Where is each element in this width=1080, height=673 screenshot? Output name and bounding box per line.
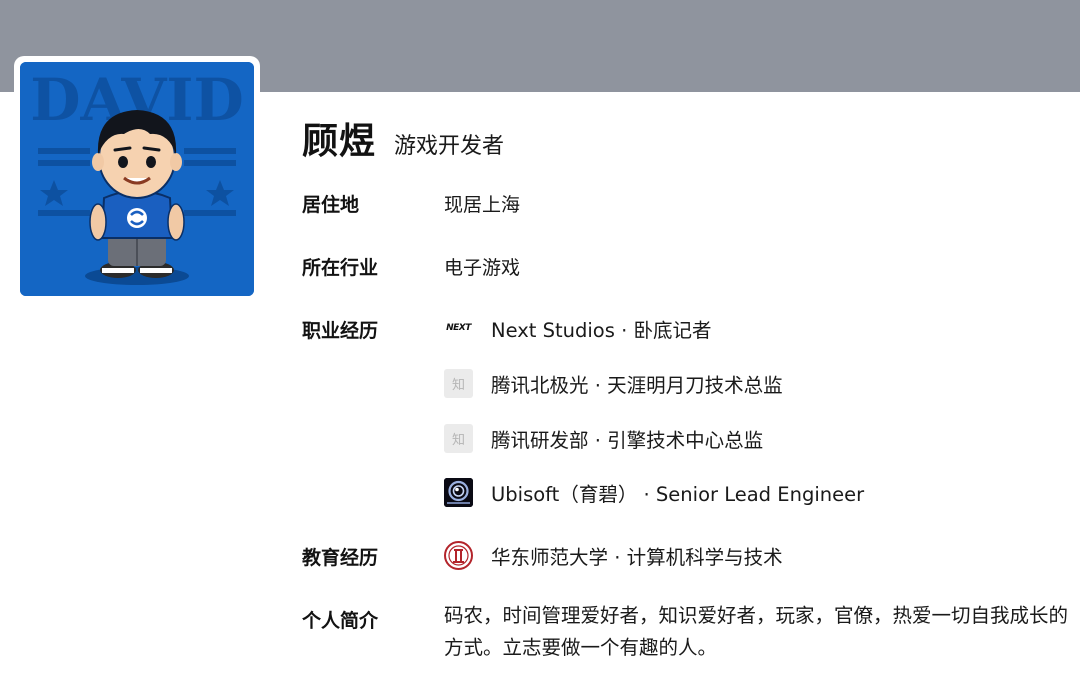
industry-value: 电子游戏 xyxy=(444,257,521,279)
next-studios-logo-icon: NEXT xyxy=(444,314,473,343)
zhihu-placeholder-logo-icon: 知 xyxy=(444,423,473,453)
career-item-tencent-rd[interactable]: 知 腾讯研发部 · 引擎技术中心总监 xyxy=(444,423,763,453)
zhihu-placeholder-logo-icon: 知 xyxy=(444,368,473,398)
bio-label: 个人简介 xyxy=(302,610,379,632)
career-item-text: 腾讯北极光 · 天涯明月刀技术总监 xyxy=(491,373,783,397)
avatar-frame[interactable]: DAVID xyxy=(14,56,260,302)
education-item-text: 华东师范大学 · 计算机科学与技术 xyxy=(491,545,783,569)
bio-text: 码农，时间管理爱好者，知识爱好者，玩家，官僚，热爱一切自我成长的方式。立志要做一… xyxy=(444,604,1069,659)
education-item-ecnu[interactable]: 华东师范大学 · 计算机科学与技术 xyxy=(444,540,783,570)
ubisoft-logo-icon xyxy=(444,477,473,507)
zhihu-placeholder-logo-text: 知 xyxy=(451,377,465,393)
education-label: 教育经历 xyxy=(302,547,379,569)
ecnu-logo-icon xyxy=(444,540,473,570)
avatar: DAVID xyxy=(20,62,254,296)
career-item-text: Next Studios · 卧底记者 xyxy=(491,318,712,342)
career-label: 职业经历 xyxy=(302,320,379,342)
next-studios-logo-text: NEXT xyxy=(446,323,471,333)
industry-label: 所在行业 xyxy=(302,257,379,279)
residence-value: 现居上海 xyxy=(444,194,521,216)
career-item-ubisoft[interactable]: Ubisoft（育碧） · Senior Lead Engineer xyxy=(444,477,864,507)
profile-headline: 游戏开发者 xyxy=(394,134,505,159)
career-item-text: Ubisoft（育碧） · Senior Lead Engineer xyxy=(491,482,865,506)
career-item-next-studios[interactable]: NEXT Next Studios · 卧底记者 xyxy=(444,313,712,343)
residence-label: 居住地 xyxy=(302,194,360,216)
career-item-text: 腾讯研发部 · 引擎技术中心总监 xyxy=(491,428,764,452)
profile-name: 顾煜 xyxy=(302,121,377,162)
career-item-tencent-aurora[interactable]: 知 腾讯北极光 · 天涯明月刀技术总监 xyxy=(444,368,783,398)
profile-header: 顾煜 游戏开发者 xyxy=(302,112,504,164)
zhihu-placeholder-logo-text: 知 xyxy=(451,432,465,448)
